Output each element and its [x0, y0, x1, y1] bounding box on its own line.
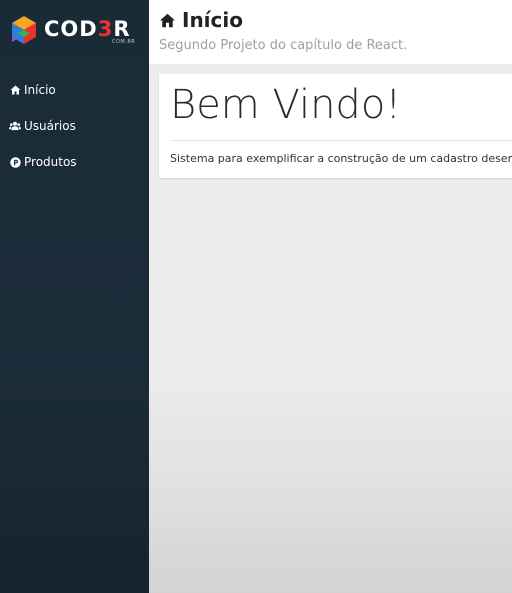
sidebar-item-usuarios[interactable]: Usuários — [0, 108, 149, 144]
sidebar-item-inicio[interactable]: Início — [0, 72, 149, 108]
home-icon — [159, 13, 176, 28]
sidebar-item-label: Início — [24, 83, 56, 97]
users-icon — [9, 120, 21, 132]
logo[interactable]: COD3R COM.BR — [8, 14, 142, 46]
product-circle-icon — [9, 156, 21, 168]
page-title-text: Início — [182, 8, 243, 32]
sidebar-item-label: Usuários — [24, 119, 76, 133]
welcome-heading: Bem Vindo! — [170, 82, 402, 128]
welcome-text: Sistema para exemplificar a construção d… — [170, 152, 512, 165]
welcome-card: Bem Vindo! Sistema para exemplificar a c… — [159, 74, 512, 178]
sidebar-menu: Início Usuários Produtos — [0, 72, 149, 180]
main-content: Bem Vindo! Sistema para exemplificar a c… — [149, 64, 512, 593]
sidebar-item-produtos[interactable]: Produtos — [0, 144, 149, 180]
home-icon — [9, 84, 21, 96]
divider — [170, 140, 512, 141]
logo-tagline: COM.BR — [112, 39, 136, 45]
page-title: Início — [159, 8, 243, 32]
logo-cube-icon — [12, 16, 36, 44]
logo-wordmark: COD3R — [44, 17, 131, 41]
sidebar: COD3R COM.BR Início Usuários Produtos — [0, 0, 149, 593]
page-subtitle: Segundo Projeto do capítulo de React. — [159, 38, 408, 53]
sidebar-item-label: Produtos — [24, 155, 77, 169]
page-header: Início Segundo Projeto do capítulo de Re… — [149, 0, 512, 64]
